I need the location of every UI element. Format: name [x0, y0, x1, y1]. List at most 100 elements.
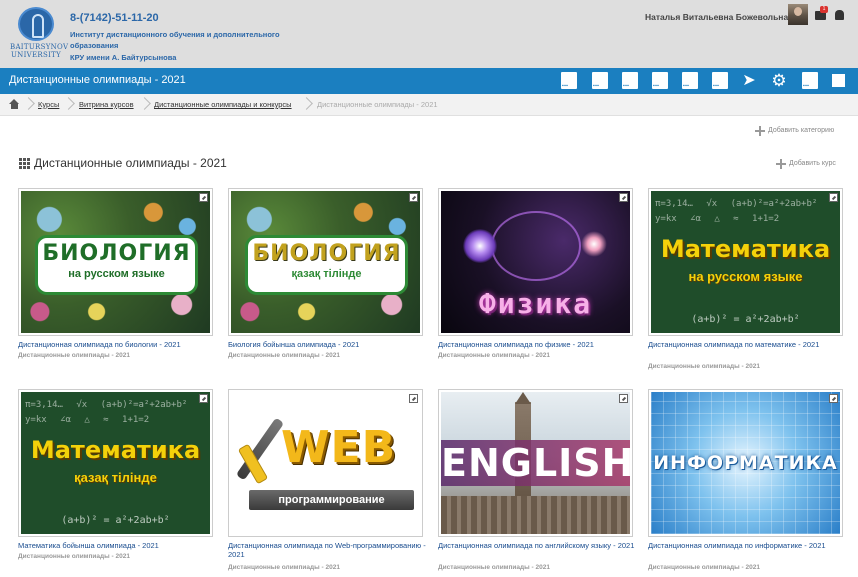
document-icon[interactable] [682, 72, 698, 89]
university-name: КРУ имени А. Байтурсынова [70, 53, 177, 62]
notifications-bell-icon[interactable] [835, 10, 844, 20]
course-category: Дистанционные олимпиады - 2021 [648, 564, 760, 571]
university-emblem-icon [18, 7, 54, 41]
art-title: БИОЛОГИЯ [42, 241, 191, 266]
course-image[interactable]: Физика [438, 188, 633, 336]
breadcrumb-separator-icon [64, 96, 72, 112]
edit-image-icon[interactable] [409, 394, 418, 403]
edit-image-icon[interactable] [619, 193, 628, 202]
art-subtitle: программирование [249, 490, 414, 510]
logo-text: BAITURSYNOV UNIVERSITY [10, 43, 69, 59]
send-icon[interactable]: ➤ [741, 72, 757, 89]
course-image[interactable]: Математика на русском языке (a+b)² = a²+… [648, 188, 843, 336]
add-course-icon[interactable] [776, 159, 786, 169]
gear-icon[interactable]: ⚙ [771, 72, 787, 89]
breadcrumb-separator-icon [140, 96, 148, 112]
document-icon[interactable] [652, 72, 668, 89]
breadcrumb-current: Дистанционные олимпиады - 2021 [317, 100, 438, 109]
edit-image-icon[interactable] [409, 193, 418, 202]
biology-artwork: БИОЛОГИЯ на русском языке [21, 191, 210, 333]
user-name[interactable]: Наталья Витальевна Божевольная [645, 12, 793, 22]
course-image[interactable]: WEB программирование [228, 389, 423, 537]
art-subtitle: на русском языке [688, 269, 803, 284]
course-navbar: Дистанционные олимпиады - 2021 ➤ ⚙ [0, 68, 858, 94]
course-category: Дистанционные олимпиады - 2021 [18, 352, 130, 359]
course-name[interactable]: Дистанционная олимпиада по английскому я… [438, 541, 638, 550]
messages-badge: 1 [820, 6, 828, 13]
art-formula: (a+b)² = a²+2ab+b² [61, 515, 170, 526]
breadcrumb: Курсы Витрина курсов Дистанционные олимп… [0, 94, 858, 116]
phone-number: 8-(7142)-51-11-20 [70, 12, 159, 24]
art-buildings [441, 496, 630, 534]
course-name[interactable]: Дистанционная олимпиада по информатике -… [648, 541, 848, 550]
document-icon[interactable] [622, 72, 638, 89]
course-name[interactable]: Дистанционная олимпиада по физике - 2021 [438, 340, 638, 349]
edit-image-icon[interactable] [829, 193, 838, 202]
art-orb [581, 231, 607, 257]
tools-icon [239, 414, 285, 484]
art-title: Физика [478, 287, 593, 320]
add-category-link[interactable]: Добавить категорию [768, 127, 834, 134]
document-icon[interactable] [592, 72, 608, 89]
course-name[interactable]: Математика бойынша олимпиада - 2021 [18, 541, 218, 550]
math-artwork: Математика қазақ тілінде (a+b)² = a²+2ab… [21, 392, 210, 534]
course-category: Дистанционные олимпиады - 2021 [18, 553, 130, 560]
art-title: Математика [660, 235, 831, 263]
breadcrumb-separator-icon [24, 96, 32, 112]
site-header: BAITURSYNOV UNIVERSITY 8-(7142)-51-11-20… [0, 0, 858, 68]
image-icon[interactable] [832, 74, 845, 87]
document-icon[interactable] [561, 72, 577, 89]
art-banner: БИОЛОГИЯ қазақ тілінде [245, 235, 408, 295]
breadcrumb-olympiads-contests[interactable]: Дистанционные олимпиады и конкурсы [154, 100, 292, 109]
add-category-icon[interactable] [755, 126, 765, 136]
math-artwork: Математика на русском языке (a+b)² = a²+… [651, 191, 840, 333]
english-artwork: ENGLISH [441, 392, 630, 534]
art-subtitle: қазақ тілінде [291, 268, 362, 280]
art-title: ИНФОРМАТИКА [653, 452, 838, 474]
course-category: Дистанционные олимпиады - 2021 [438, 352, 550, 359]
edit-image-icon[interactable] [829, 394, 838, 403]
course-category: Дистанционные олимпиады - 2021 [228, 564, 340, 571]
avatar[interactable] [788, 4, 808, 25]
document-icon[interactable] [712, 72, 728, 89]
institute-name: Институт дистанционного обучения и допол… [70, 30, 280, 50]
breadcrumb-courses[interactable]: Курсы [38, 100, 59, 109]
course-image[interactable]: БИОЛОГИЯ қазақ тілінде [228, 188, 423, 336]
course-category: Дистанционные олимпиады - 2021 [438, 564, 550, 571]
art-subtitle: қазақ тілінде [74, 470, 157, 485]
course-image[interactable]: Математика қазақ тілінде (a+b)² = a²+2ab… [18, 389, 213, 537]
course-image[interactable]: ENGLISH [438, 389, 633, 537]
edit-image-icon[interactable] [619, 394, 628, 403]
category-grid-icon [19, 158, 30, 169]
edit-image-icon[interactable] [199, 193, 208, 202]
web-artwork: WEB программирование [231, 392, 420, 534]
university-logo[interactable]: BAITURSYNOV UNIVERSITY [10, 7, 69, 61]
course-name[interactable]: Дистанционная олимпиада по математике - … [648, 340, 848, 349]
informatics-artwork: ИНФОРМАТИКА [651, 392, 840, 534]
course-name[interactable]: Дистанционная олимпиада по биологии - 20… [18, 340, 218, 349]
home-icon[interactable] [9, 99, 20, 109]
course-category: Дистанционные олимпиады - 2021 [228, 352, 340, 359]
art-orb [463, 229, 497, 263]
course-image[interactable]: БИОЛОГИЯ на русском языке [18, 188, 213, 336]
art-formula: (a+b)² = a²+2ab+b² [691, 314, 800, 325]
edit-image-icon[interactable] [199, 394, 208, 403]
document-icon[interactable] [802, 72, 818, 89]
art-title: WEB [281, 422, 397, 473]
add-course-link[interactable]: Добавить курс [789, 160, 836, 167]
category-title: Дистанционные олимпиады - 2021 [34, 156, 227, 170]
art-wave [491, 211, 581, 281]
course-name[interactable]: Биология бойынша олимпиада - 2021 [228, 340, 428, 349]
breadcrumb-showcase[interactable]: Витрина курсов [79, 100, 134, 109]
course-category: Дистанционные олимпиады - 2021 [648, 363, 760, 370]
art-title: Математика [30, 436, 201, 464]
art-title: ENGLISH [441, 441, 630, 485]
physics-artwork: Физика [441, 191, 630, 333]
course-name[interactable]: Дистанционная олимпиада по Web-программи… [228, 541, 428, 559]
navbar-title[interactable]: Дистанционные олимпиады - 2021 [9, 74, 186, 86]
course-image[interactable]: ИНФОРМАТИКА [648, 389, 843, 537]
breadcrumb-separator-icon [302, 96, 310, 112]
art-banner: БИОЛОГИЯ на русском языке [35, 235, 198, 295]
art-title: БИОЛОГИЯ [252, 241, 401, 266]
biology-artwork: БИОЛОГИЯ қазақ тілінде [231, 191, 420, 333]
